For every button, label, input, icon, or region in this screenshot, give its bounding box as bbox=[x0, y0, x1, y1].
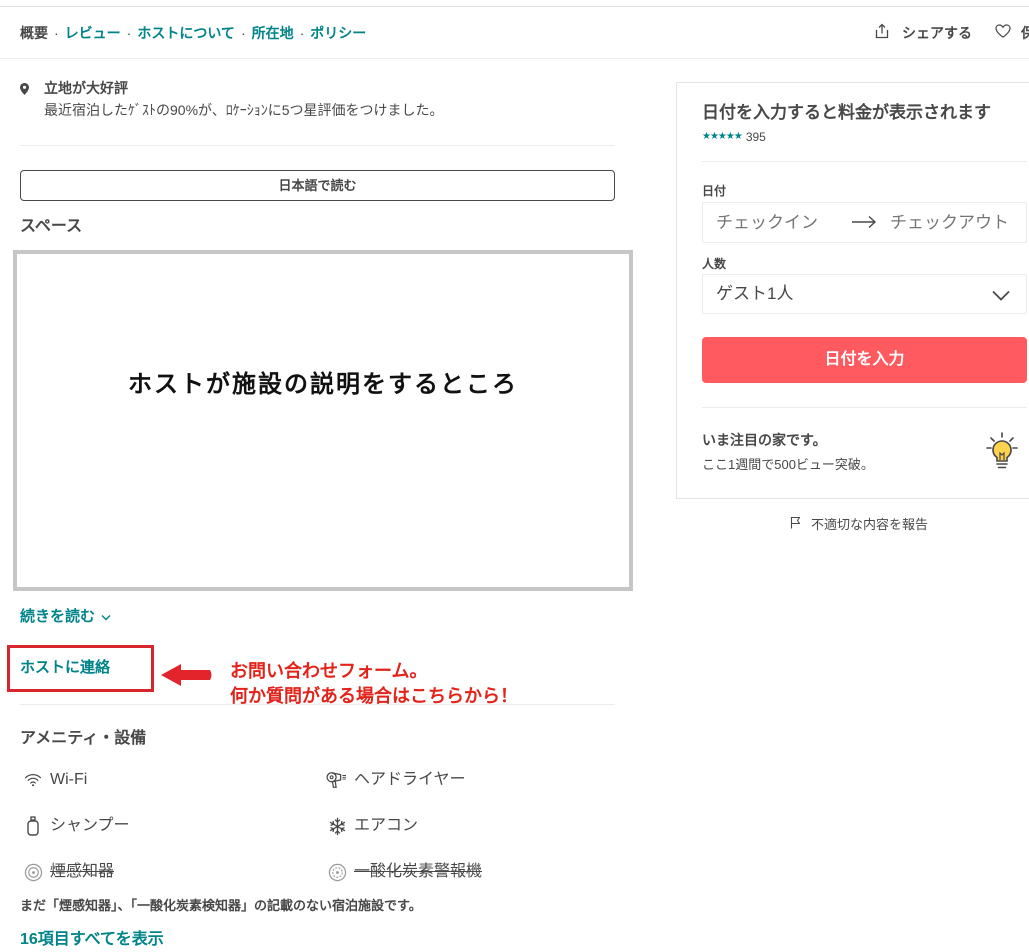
date-picker bbox=[702, 202, 1027, 243]
nav-separator: · bbox=[299, 25, 305, 41]
read-more-label: 続きを読む bbox=[20, 608, 96, 625]
enter-dates-button[interactable]: 日付を入力 bbox=[702, 337, 1027, 383]
co-detector-icon bbox=[326, 861, 348, 883]
chevron-down-icon bbox=[95, 607, 111, 627]
nav-link-reviews[interactable]: レビュー bbox=[65, 23, 121, 43]
checkin-input[interactable] bbox=[716, 203, 841, 242]
heart-icon bbox=[995, 23, 1011, 43]
report-label: 不適切な内容を報告 bbox=[811, 517, 929, 532]
smoke-detector-icon bbox=[22, 861, 44, 883]
annotation-text: お問い合わせフォーム。 何か質問がある場合はこちらから！ bbox=[230, 659, 518, 709]
chevron-down-icon bbox=[992, 288, 1010, 306]
translate-button[interactable]: 日本語で読む bbox=[20, 170, 615, 201]
description-text: ホストが施設の説明をするところ bbox=[128, 371, 518, 398]
flag-icon bbox=[790, 516, 811, 534]
popular-text: ここ1週間で500ビュー突破。 bbox=[702, 457, 874, 472]
nav-link-policies[interactable]: ポリシー bbox=[310, 23, 366, 43]
amenity-item: シャンプー bbox=[22, 815, 130, 837]
read-more-link[interactable]: 続きを読む bbox=[20, 607, 111, 627]
nav-link-location[interactable]: 所在地 bbox=[252, 23, 294, 43]
description-box: ホストが施設の説明をするところ bbox=[13, 250, 633, 591]
guests-select[interactable]: ゲスト1人 bbox=[702, 274, 1027, 314]
amenity-label: 煙感知器 bbox=[50, 863, 115, 880]
annotation-line-2: 何か質問がある場合はこちらから！ bbox=[230, 686, 518, 706]
amenity-item: Wi-Fi bbox=[22, 769, 87, 791]
arrow-left-icon bbox=[161, 663, 213, 692]
divider bbox=[20, 704, 615, 705]
highlight-title: 立地が大好評 bbox=[44, 80, 128, 96]
light-bulb-icon bbox=[984, 432, 1020, 477]
amenity-label: シャンプー bbox=[50, 817, 130, 834]
star-rating-icon: ★★★★★ bbox=[702, 131, 743, 142]
review-count: 395 bbox=[745, 130, 766, 144]
amenity-label: 一酸化炭素警報機 bbox=[354, 863, 483, 880]
nav-divider bbox=[0, 58, 1029, 59]
annotation-line-1: お問い合わせフォーム。 bbox=[230, 661, 428, 681]
guests-label: 人数 bbox=[702, 257, 727, 271]
highlight-text: 最近宿泊したｹﾞｽﾄの90%が、ﾛｹｰｼｮﾝに5つ星評価をつけました。 bbox=[44, 102, 444, 118]
share-label: シェアする bbox=[902, 25, 972, 41]
amenities-note: まだ「煙感知器」、「一酸化炭素検知器」の記載のない宿泊施設です。 bbox=[20, 898, 422, 913]
nav-separator: · bbox=[126, 25, 132, 41]
report-link[interactable]: 不適切な内容を報告 bbox=[790, 516, 928, 534]
nav-link-overview[interactable]: 概要 bbox=[20, 23, 48, 43]
share-button[interactable]: シェアする bbox=[874, 23, 972, 43]
shampoo-icon bbox=[22, 815, 44, 837]
amenities-heading: アメニティ・設備 bbox=[20, 730, 147, 747]
top-border bbox=[0, 6, 1029, 7]
dates-label: 日付 bbox=[702, 184, 727, 198]
divider bbox=[702, 407, 1027, 408]
amenity-item: エアコン bbox=[326, 815, 418, 837]
divider bbox=[20, 145, 615, 146]
divider bbox=[702, 161, 1027, 162]
amenity-label: エアコン bbox=[354, 817, 419, 834]
amenity-item: ヘアドライヤー bbox=[326, 769, 466, 791]
nav-link-host[interactable]: ホストについて bbox=[137, 23, 235, 43]
show-all-amenities-link[interactable]: 16項目すべてを表示 bbox=[20, 930, 164, 950]
amenity-label: ヘアドライヤー bbox=[354, 771, 466, 788]
contact-host-link[interactable]: ホストに連絡 bbox=[20, 658, 110, 678]
guests-value: ゲスト1人 bbox=[716, 284, 794, 303]
booking-title: 日付を入力すると料金が表示されます bbox=[702, 103, 991, 122]
arrow-right-icon bbox=[851, 215, 877, 234]
amenity-label: Wi-Fi bbox=[50, 771, 88, 788]
save-label: 保 bbox=[1021, 25, 1029, 41]
nav-separator: · bbox=[240, 25, 246, 41]
save-button[interactable]: 保 bbox=[995, 23, 1029, 43]
space-heading: スペース bbox=[20, 218, 83, 235]
popular-title: いま注目の家です。 bbox=[702, 432, 827, 448]
snowflake-icon bbox=[326, 815, 348, 837]
rating[interactable]: ★★★★★ 395 bbox=[702, 129, 766, 145]
checkout-input[interactable] bbox=[890, 203, 1026, 242]
hair-dryer-icon bbox=[326, 769, 348, 791]
section-nav: 概要 · レビュー · ホストについて · 所在地 · ポリシー bbox=[20, 23, 366, 43]
amenity-item: 煙感知器 bbox=[22, 861, 114, 883]
nav-separator: · bbox=[54, 25, 59, 41]
amenity-item: 一酸化炭素警報機 bbox=[326, 861, 482, 883]
share-icon bbox=[874, 23, 902, 44]
wifi-icon bbox=[22, 769, 44, 791]
map-pin-icon bbox=[20, 82, 29, 100]
